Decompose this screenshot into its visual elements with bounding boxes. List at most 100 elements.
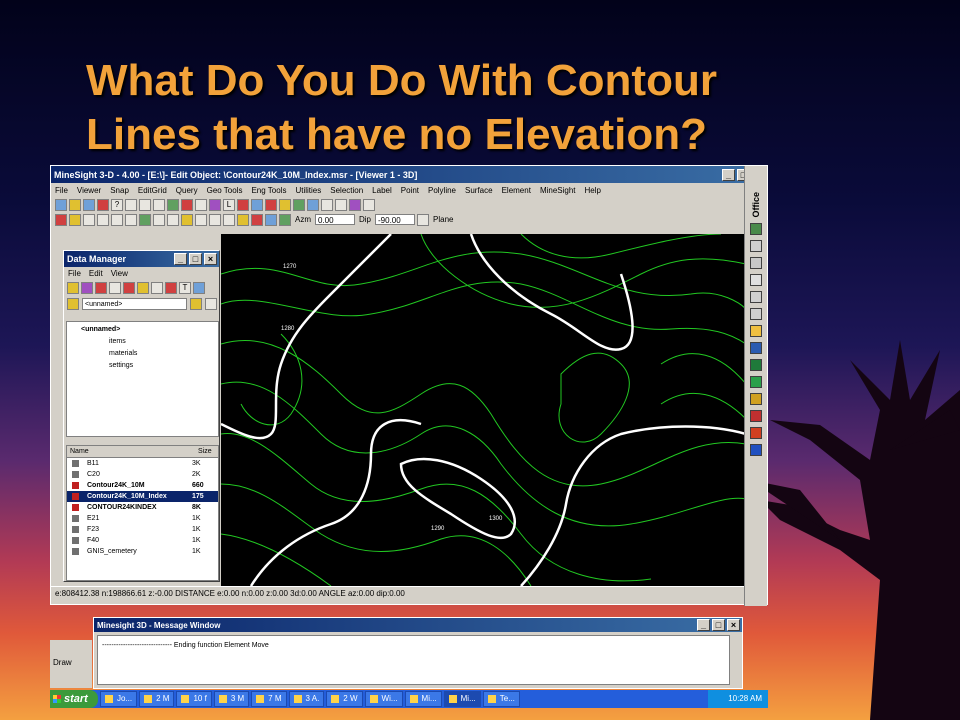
text-icon[interactable]: T — [179, 282, 191, 294]
view-top-icon[interactable] — [209, 213, 221, 226]
zoom-out-icon[interactable] — [111, 213, 123, 226]
menu-viewer[interactable]: Viewer — [77, 186, 101, 195]
tool-icon[interactable] — [363, 198, 375, 211]
measure-icon[interactable] — [237, 198, 249, 211]
taskbar-item[interactable]: 7 M — [251, 691, 287, 707]
menu-editgrid[interactable]: EditGrid — [138, 186, 167, 195]
arrow-icon[interactable] — [251, 213, 263, 226]
taskbar-item[interactable]: 2 M — [139, 691, 175, 707]
menu-help[interactable]: Help — [585, 186, 601, 195]
dip-field[interactable]: -90.00 — [375, 214, 416, 225]
delete-item-icon[interactable] — [165, 282, 177, 294]
zoom-window-icon[interactable] — [125, 213, 137, 226]
taskbar-item[interactable]: Mi... — [404, 691, 442, 707]
dm-menu-edit[interactable]: Edit — [89, 269, 103, 278]
list-item[interactable]: B11 3K — [67, 458, 218, 469]
list-item[interactable]: C20 2K — [67, 469, 218, 480]
office-sheet-icon[interactable] — [750, 256, 762, 269]
save-icon[interactable] — [83, 198, 95, 211]
menu-utilities[interactable]: Utilities — [295, 186, 321, 195]
label-icon[interactable]: L — [223, 198, 235, 211]
taskbar-item[interactable]: Te... — [482, 691, 520, 707]
menu-eng-tools[interactable]: Eng Tools — [251, 186, 286, 195]
view-icon[interactable] — [307, 198, 319, 211]
tree-item-materials[interactable]: materials — [109, 350, 137, 357]
office-folder-icon[interactable] — [750, 273, 762, 286]
crosshair-icon[interactable] — [167, 213, 179, 226]
dm-address-field[interactable]: <unnamed> — [82, 298, 187, 310]
list-item-selected[interactable]: Contour24K_10M_Index 175 — [67, 491, 218, 502]
menu-query[interactable]: Query — [176, 186, 198, 195]
menu-selection[interactable]: Selection — [330, 186, 363, 195]
surface-icon[interactable] — [279, 198, 291, 211]
access-icon[interactable] — [750, 409, 762, 422]
menu-minesight[interactable]: MineSight — [540, 186, 576, 195]
pan-icon[interactable] — [153, 213, 165, 226]
bulb-icon[interactable] — [69, 213, 81, 226]
grid-set-icon[interactable] — [109, 282, 121, 294]
zoom-fit-icon[interactable] — [139, 213, 151, 226]
layout-icon[interactable] — [335, 198, 347, 211]
grid-icon[interactable] — [167, 198, 179, 211]
open-icon[interactable] — [69, 198, 81, 211]
outlook-icon[interactable] — [750, 392, 762, 405]
object-icon[interactable] — [81, 282, 93, 294]
paste-icon[interactable] — [139, 198, 151, 211]
light-icon[interactable] — [181, 213, 193, 226]
up-folder-icon[interactable] — [67, 298, 79, 310]
redo-icon[interactable] — [181, 198, 193, 211]
taskbar-item[interactable]: 3 A. — [288, 691, 325, 707]
screen-icon[interactable] — [279, 213, 291, 226]
dm-save-icon[interactable] — [205, 298, 217, 310]
zoom-in-icon[interactable] — [97, 213, 109, 226]
menu-label[interactable]: Label — [372, 186, 392, 195]
powerpoint-icon[interactable] — [750, 426, 762, 439]
list-item[interactable]: GNIS_cemetery 1K — [67, 546, 218, 557]
excel-icon[interactable] — [750, 358, 762, 371]
plane-icon[interactable] — [417, 213, 430, 226]
shade-icon[interactable] — [237, 213, 249, 226]
taskbar-item[interactable]: 10 f — [176, 691, 212, 707]
geometry-icon[interactable] — [95, 282, 107, 294]
tree-item-items[interactable]: items — [109, 338, 126, 345]
menu-element[interactable]: Element — [502, 186, 531, 195]
new-icon[interactable] — [55, 198, 67, 211]
taskbar-item[interactable]: Jo... — [100, 691, 138, 707]
up-arrow-icon[interactable] — [195, 198, 207, 211]
tree-root[interactable]: <unnamed> — [81, 326, 120, 333]
msg-close-button[interactable]: × — [727, 619, 740, 631]
menu-snap[interactable]: Snap — [110, 186, 129, 195]
dm-maximize-button[interactable]: □ — [189, 253, 202, 265]
settings-icon[interactable] — [151, 282, 163, 294]
section-icon[interactable] — [349, 198, 361, 211]
dm-minimize-button[interactable]: _ — [174, 253, 187, 265]
office-doc-icon[interactable] — [750, 239, 762, 252]
list-item[interactable]: E21 1K — [67, 513, 218, 524]
filter-icon[interactable] — [265, 213, 277, 226]
delete-icon[interactable] — [153, 198, 165, 211]
point-icon[interactable] — [265, 198, 277, 211]
dm-menu-file[interactable]: File — [68, 269, 81, 278]
office-mail-icon[interactable] — [750, 324, 762, 337]
menu-geo-tools[interactable]: Geo Tools — [207, 186, 243, 195]
taskbar-item[interactable]: Wi... — [364, 691, 403, 707]
polyline-icon[interactable] — [251, 198, 263, 211]
dm-close-button[interactable]: × — [204, 253, 217, 265]
menu-surface[interactable]: Surface — [465, 186, 493, 195]
taskbar-item-active[interactable]: Mi... — [443, 691, 481, 707]
word-icon[interactable] — [750, 341, 762, 354]
taskbar-item[interactable]: 2 W — [326, 691, 363, 707]
draw-menu[interactable]: Draw — [53, 658, 72, 667]
folder-icon[interactable] — [67, 282, 79, 294]
copy-icon[interactable] — [125, 198, 137, 211]
view-side-icon[interactable] — [223, 213, 235, 226]
cube-icon[interactable] — [137, 282, 149, 294]
list-item[interactable]: F23 1K — [67, 524, 218, 535]
tree-item-settings[interactable]: settings — [109, 362, 133, 369]
help-icon[interactable]: ? — [111, 198, 123, 211]
rotate-icon[interactable] — [83, 213, 95, 226]
table-icon[interactable] — [321, 198, 333, 211]
element-icon[interactable] — [293, 198, 305, 211]
record-icon[interactable] — [55, 213, 67, 226]
column-name[interactable]: Name — [67, 446, 195, 457]
